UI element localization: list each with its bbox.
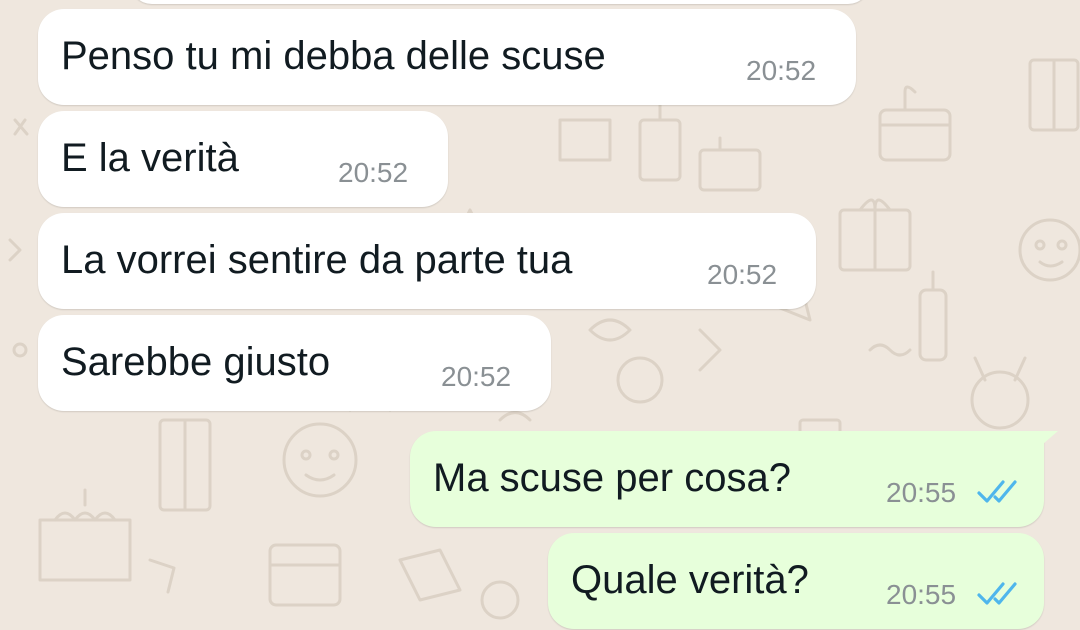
incoming-message[interactable]: La vorrei sentire da parte tua 20:52 (38, 213, 816, 309)
chat-messages: Penso tu mi debba delle scuse 20:52 E la… (0, 0, 1080, 630)
message-time: 20:52 (746, 55, 817, 86)
incoming-message[interactable]: Sarebbe giusto 20:52 (38, 315, 551, 411)
incoming-message[interactable]: E la verità 20:52 (38, 111, 448, 207)
message-text: Quale verità? (571, 558, 809, 602)
message-text: Ma scuse per cosa? (433, 456, 791, 500)
message-text: La vorrei sentire da parte tua (61, 238, 573, 282)
previous-message-bubble-edge (130, 0, 870, 4)
outgoing-message[interactable]: Ma scuse per cosa? 20:55 (410, 431, 1058, 527)
message-text: E la verità (61, 136, 239, 180)
message-time: 20:55 (886, 477, 957, 508)
message-time: 20:52 (338, 157, 409, 188)
double-check-icon (977, 480, 1017, 503)
bubble-tail (1028, 431, 1058, 457)
message-time: 20:52 (441, 361, 512, 392)
message-text: Penso tu mi debba delle scuse (61, 34, 606, 78)
message-time: 20:55 (886, 579, 957, 610)
outgoing-message[interactable]: Quale verità? 20:55 (548, 533, 1044, 629)
incoming-message[interactable]: Penso tu mi debba delle scuse 20:52 (38, 9, 856, 105)
message-time: 20:52 (707, 259, 778, 290)
double-check-icon (977, 582, 1017, 605)
message-text: Sarebbe giusto (61, 340, 331, 384)
